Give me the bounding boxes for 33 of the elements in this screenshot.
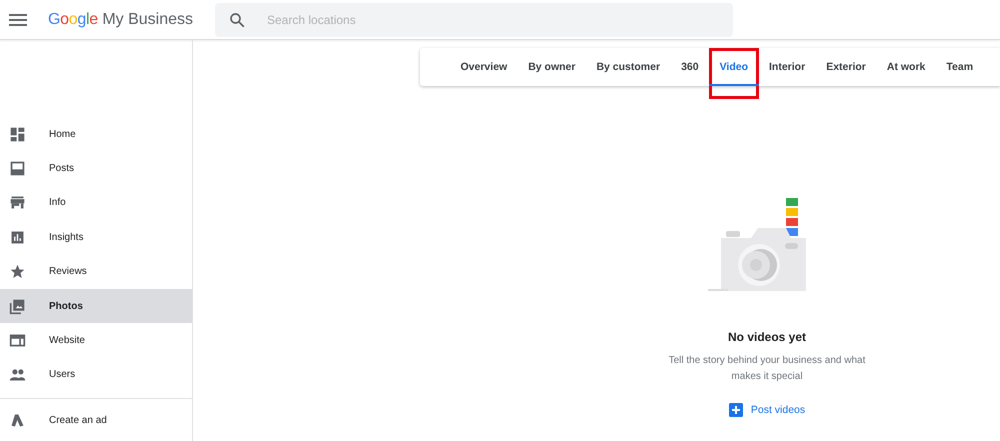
- tab[interactable]: Interior: [758, 48, 816, 86]
- search-field[interactable]: Search locations: [215, 2, 733, 36]
- post-videos-button[interactable]: Post videos: [724, 401, 810, 419]
- photos-icon: [9, 298, 26, 315]
- sidebar-item[interactable]: Insights: [0, 220, 192, 255]
- post-icon: [9, 160, 26, 178]
- empty-state-description: Tell the story behind your business and what makes it special: [668, 354, 866, 384]
- sidebar-item[interactable]: Create an ad: [0, 403, 192, 438]
- ads-logo-icon: [9, 412, 26, 429]
- logo: Google My Business: [48, 10, 194, 28]
- sidebar-item[interactable]: Home: [0, 117, 192, 152]
- bar-chart-icon: [9, 228, 26, 246]
- sidebar-item[interactable]: Photos: [0, 288, 192, 324]
- tab[interactable]: Overview: [450, 48, 518, 86]
- tab[interactable]: Video: [709, 48, 759, 86]
- tab[interactable]: Team: [936, 48, 984, 86]
- tab[interactable]: At work: [876, 48, 936, 86]
- sidebar-item[interactable]: Website: [0, 323, 192, 358]
- sidebar-item[interactable]: Info: [0, 186, 192, 220]
- tab[interactable]: By owner: [518, 48, 586, 86]
- menu-icon[interactable]: [9, 14, 27, 26]
- store-icon: [9, 194, 26, 212]
- star-icon: [9, 263, 26, 280]
- browser-window-icon: [9, 332, 26, 350]
- dashboard-icon: [9, 126, 26, 143]
- sidebar-item[interactable]: Reviews: [0, 254, 192, 289]
- tab[interactable]: 360: [670, 48, 710, 86]
- sidebar-item[interactable]: Posts: [0, 151, 192, 186]
- empty-state-title: No videos yet: [728, 330, 806, 344]
- tab[interactable]: By customer: [586, 48, 671, 86]
- sidebar-item[interactable]: Users: [0, 358, 192, 392]
- tab[interactable]: Exterior: [816, 48, 876, 86]
- plus-icon: [728, 403, 743, 417]
